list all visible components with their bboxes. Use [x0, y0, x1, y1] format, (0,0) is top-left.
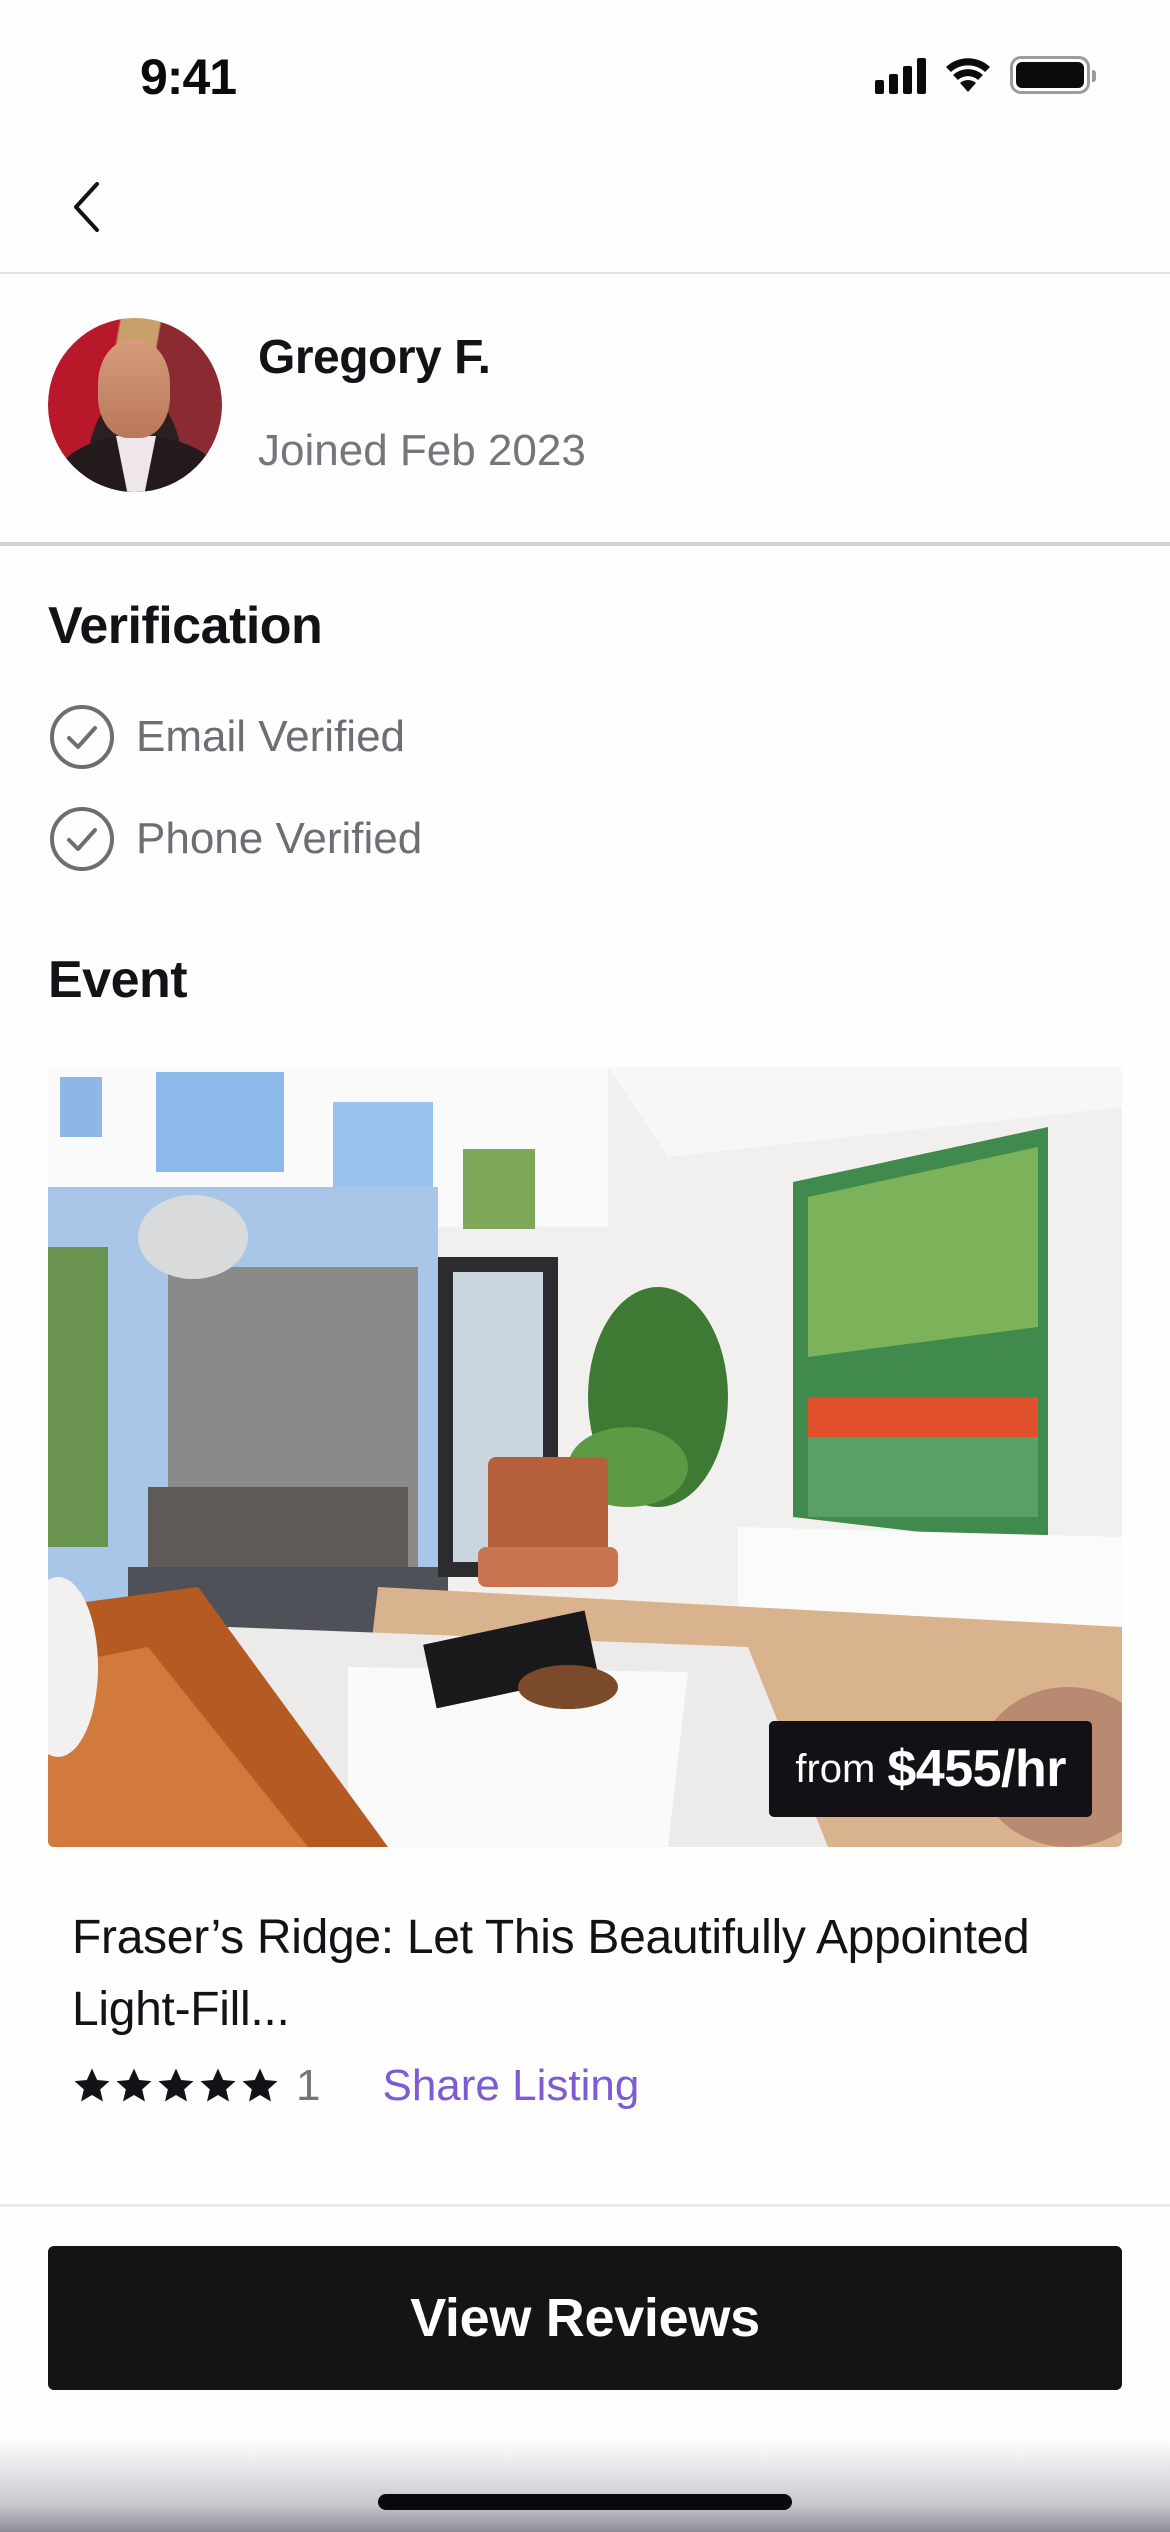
verification-item-email: Email Verified — [48, 703, 405, 771]
star-icon — [240, 2066, 280, 2106]
star-icon — [114, 2066, 154, 2106]
star-icon — [156, 2066, 196, 2106]
home-area-fade — [0, 2440, 1170, 2532]
star-rating — [72, 2066, 280, 2106]
verification-title: Verification — [48, 597, 323, 655]
profile-divider — [0, 542, 1170, 546]
host-name: Gregory F. — [258, 331, 491, 384]
price-amount: $455/hr — [887, 1740, 1066, 1798]
star-icon — [198, 2066, 238, 2106]
wifi-icon — [946, 58, 990, 92]
check-circle-icon — [48, 703, 116, 771]
battery-icon — [1010, 56, 1096, 94]
view-reviews-button[interactable]: View Reviews — [48, 2246, 1122, 2390]
chevron-left-icon — [74, 182, 99, 232]
status-time: 9:41 — [140, 49, 237, 105]
avatar[interactable] — [48, 318, 222, 492]
price-badge: from $455/hr — [769, 1721, 1092, 1817]
status-bar: 9:41 — [0, 0, 1170, 150]
joined-date: Joined Feb 2023 — [258, 426, 586, 475]
price-prefix: from — [795, 1746, 876, 1791]
rating-row: 1 Share Listing — [72, 2058, 639, 2114]
verification-label: Phone Verified — [136, 814, 423, 863]
verification-item-phone: Phone Verified — [48, 805, 422, 873]
listing-title[interactable]: Fraser’s Ridge: Let This Beautifully App… — [72, 1902, 1072, 2046]
status-icons — [875, 56, 1096, 94]
back-button[interactable] — [56, 172, 116, 242]
cellular-signal-icon — [875, 56, 926, 94]
share-listing-link[interactable]: Share Listing — [382, 2061, 639, 2111]
review-count: 1 — [296, 2061, 321, 2110]
verification-label: Email Verified — [136, 712, 406, 761]
event-title: Event — [48, 951, 188, 1009]
event-listing-card[interactable]: from $455/hr — [48, 1067, 1122, 1847]
footer-divider — [0, 2204, 1170, 2207]
star-icon — [72, 2066, 112, 2106]
host-profile: Gregory F. Joined Feb 2023 — [0, 274, 1170, 542]
check-circle-icon — [48, 805, 116, 873]
home-indicator[interactable] — [378, 2494, 792, 2510]
